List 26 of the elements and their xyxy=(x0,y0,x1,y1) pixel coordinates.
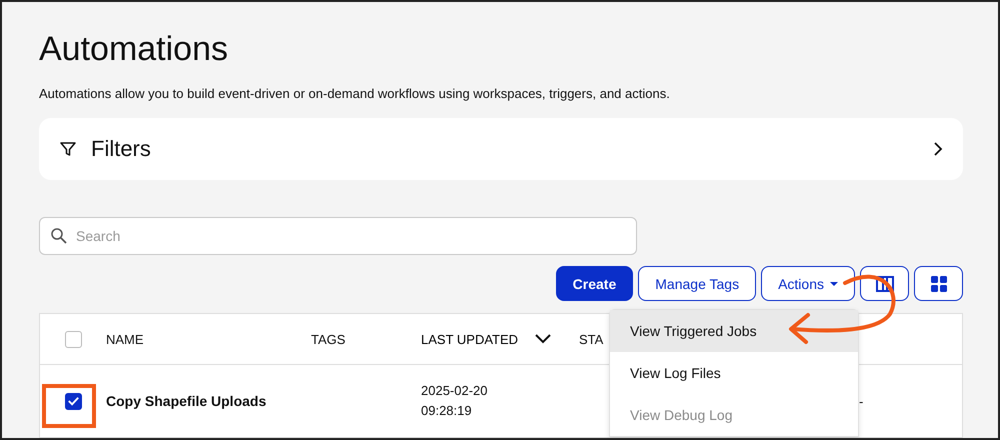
date-text: 2025-02-20 09:28:19 xyxy=(421,382,488,420)
checkbox[interactable] xyxy=(64,330,82,348)
create-button[interactable]: Create xyxy=(556,266,634,301)
columns-icon xyxy=(876,276,894,292)
checkbox[interactable] xyxy=(64,392,82,410)
filter-icon xyxy=(59,140,77,158)
caret-icon xyxy=(830,282,838,286)
column-header[interactable]: STA xyxy=(579,332,604,346)
search-icon xyxy=(50,227,68,245)
manage-tags-button[interactable]: Manage Tags xyxy=(638,266,756,301)
highlight-box xyxy=(42,384,96,428)
filters-label: Filters xyxy=(91,136,151,162)
page-description: Automations allow you to build event-driven or on-demand workflows using workspaces, triggers, and actions. xyxy=(39,85,671,103)
column-header[interactable]: LAST UPDATED xyxy=(421,332,518,346)
actions-button[interactable]: Actions xyxy=(761,266,855,301)
row-name: Copy Shapefile Uploads xyxy=(106,393,266,409)
menu-item[interactable]: View Triggered Jobs xyxy=(610,310,858,352)
grid-view-button[interactable] xyxy=(914,266,963,301)
column-header[interactable]: NAME xyxy=(106,332,144,346)
filters-panel[interactable]: Filters xyxy=(39,118,963,180)
grid-icon xyxy=(930,276,946,292)
menu-item[interactable]: View Log Files xyxy=(610,352,858,394)
search-field[interactable]: Search xyxy=(39,217,637,255)
page-title: Automations xyxy=(39,29,229,69)
table-cell: - xyxy=(859,394,864,408)
column-header[interactable]: TAGS xyxy=(311,332,346,346)
